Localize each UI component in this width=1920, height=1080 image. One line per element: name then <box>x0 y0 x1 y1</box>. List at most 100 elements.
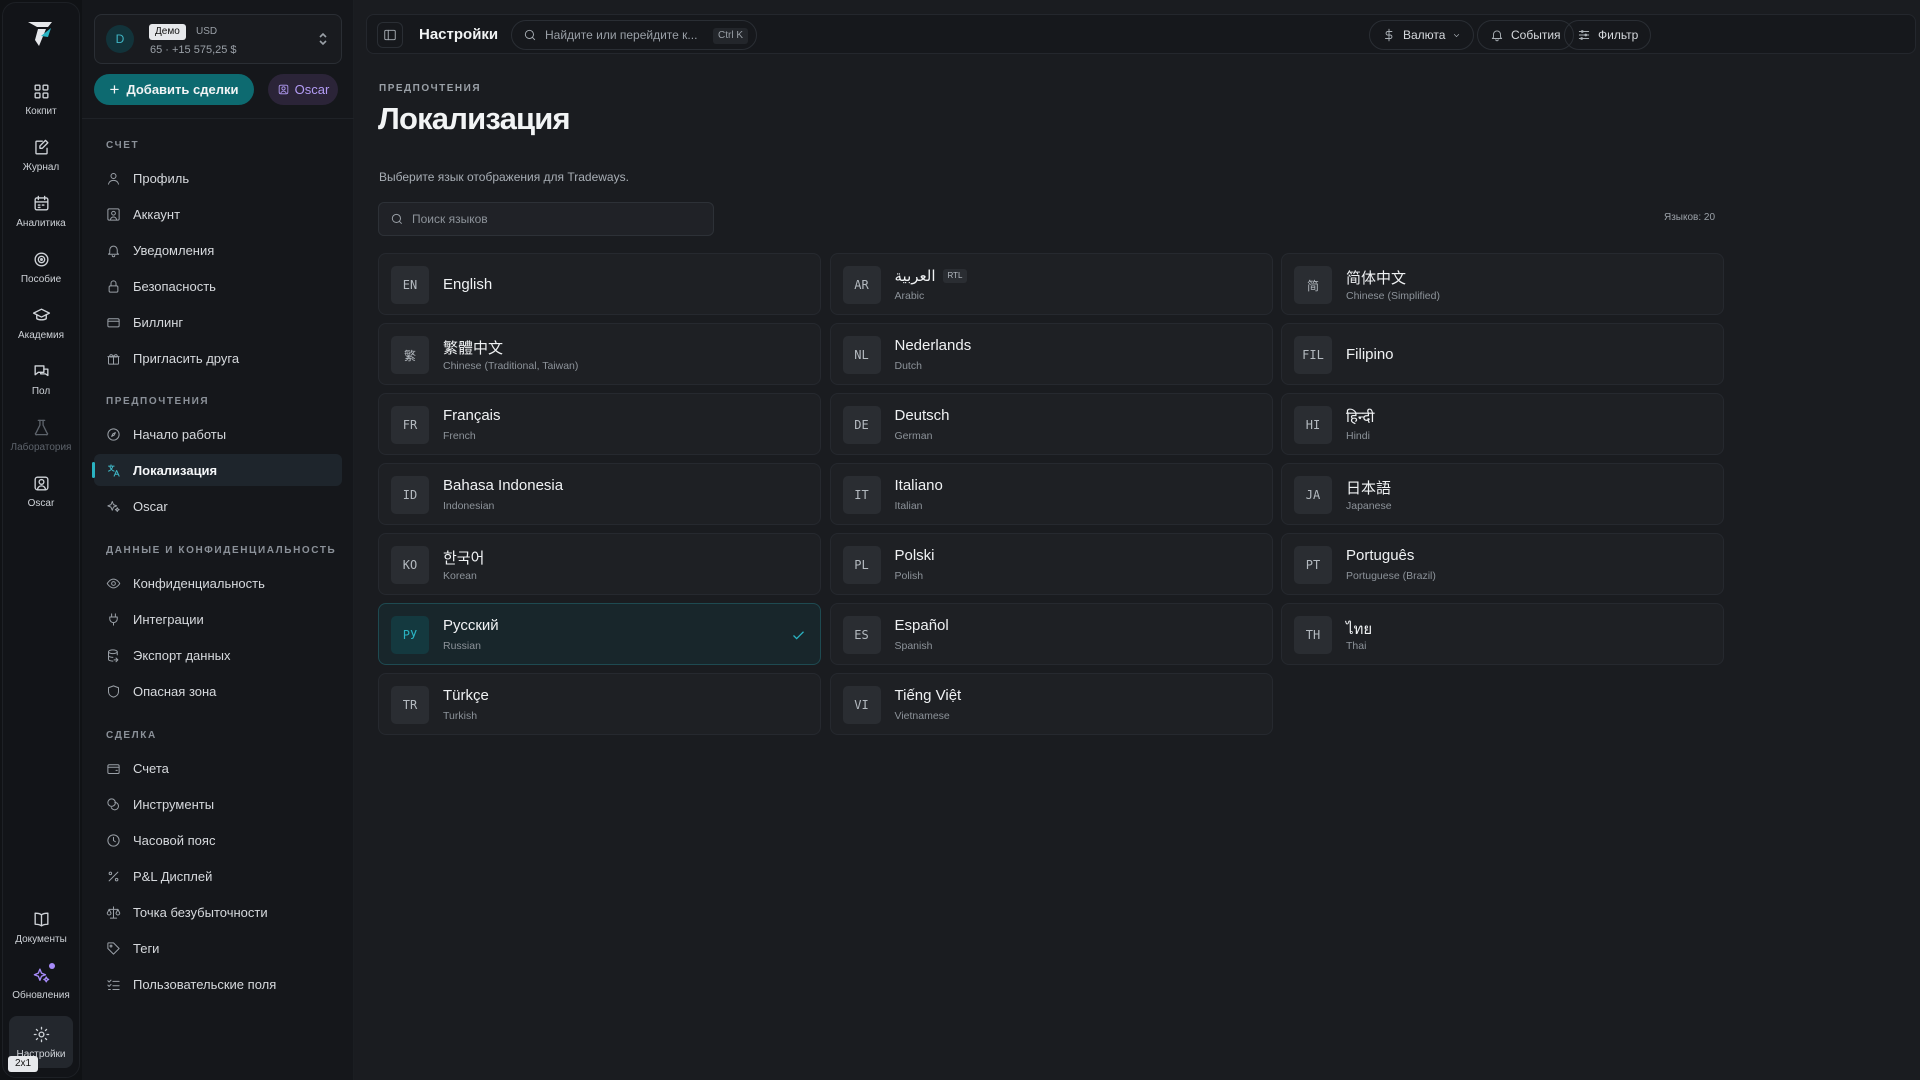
language-native-name: Polski <box>895 547 935 564</box>
nav-item-tags[interactable]: Теги <box>94 932 342 964</box>
language-option[interactable]: FIL Filipino <box>1281 323 1724 385</box>
language-code: TR <box>391 686 429 724</box>
nav-item-getting-started[interactable]: Начало работы <box>94 418 342 450</box>
language-option[interactable]: VI Tiếng Việt Vietnamese <box>829 673 1273 735</box>
chevron-updown-icon <box>319 32 327 46</box>
language-native-label: Español <box>894 617 949 634</box>
search-icon <box>524 29 536 41</box>
language-option[interactable]: JA 日本語 Japanese <box>1281 463 1724 525</box>
rail-item-chat[interactable]: Пол <box>2 362 80 397</box>
nav-item-custom-fields[interactable]: Пользовательские поля <box>94 968 342 1000</box>
language-option[interactable]: KO 한국어 Korean <box>378 533 821 595</box>
rail-item-lab[interactable]: Лаборатория <box>2 418 80 453</box>
language-option[interactable]: PL Polski Polish <box>829 533 1273 595</box>
nav-item-instruments[interactable]: Инструменты <box>94 788 342 820</box>
events-button-label: События <box>1511 28 1561 42</box>
language-code: KO <box>391 546 429 584</box>
nav-item-export[interactable]: Экспорт данных <box>94 639 342 671</box>
tradeways-logo-icon[interactable] <box>24 16 58 50</box>
nav-item-label: Теги <box>133 940 160 956</box>
language-option[interactable]: TH ไทย Thai <box>1281 603 1724 665</box>
language-search[interactable] <box>378 202 714 236</box>
rail-item-docs[interactable]: Документы <box>2 910 80 945</box>
add-trades-button[interactable]: + Добавить сделки <box>94 74 254 105</box>
nav-item-account[interactable]: Аккаунт <box>94 198 342 230</box>
nav-item-accounts[interactable]: Счета <box>94 752 342 784</box>
language-native-name: Português <box>1346 547 1414 564</box>
nav-item-billing[interactable]: Биллинг <box>94 306 342 338</box>
events-button[interactable]: События <box>1477 20 1574 50</box>
nav-item-privacy[interactable]: Конфиденциальность <box>94 567 342 599</box>
rail-item-academy[interactable]: Академия <box>2 306 80 341</box>
language-native-label: Italiano <box>894 477 943 494</box>
language-option[interactable]: РУ Русский Russian <box>378 603 821 665</box>
toggle-sidebar-button[interactable] <box>377 22 403 48</box>
language-native-label: Filipino <box>1346 346 1394 363</box>
account-switcher[interactable]: D Демо USD 65 · +15 575,25 $ <box>94 14 342 64</box>
nav-item-integrations[interactable]: Интеграции <box>94 603 342 635</box>
language-code: РУ <box>391 616 429 654</box>
command-search[interactable]: Найдите или перейдите к... Ctrl K <box>511 20 757 50</box>
nav-item-invite[interactable]: Пригласить друга <box>94 342 342 374</box>
nav-item-localization[interactable]: Локализация <box>92 454 342 486</box>
rail-item-label: Аналитика <box>16 218 66 229</box>
language-search-input[interactable] <box>412 212 702 226</box>
language-option[interactable]: 繁繁體中文 Chinese (Traditional, Taiwan) <box>378 323 821 385</box>
gift-icon <box>107 353 120 365</box>
language-native-name: Nederlands <box>895 337 972 354</box>
nav-item-pnl-display[interactable]: P&L Дисплей <box>94 860 342 892</box>
language-option[interactable]: 简简体中文 Chinese (Simplified) <box>1281 253 1724 315</box>
rail-item-oscar[interactable]: Oscar <box>2 474 80 509</box>
language-native-name: Español <box>895 617 949 634</box>
section-title-account: СЧЕТ <box>106 140 140 151</box>
rail-item-label: Пол <box>31 386 51 397</box>
nav-item-security[interactable]: Безопасность <box>94 270 342 302</box>
language-native-label: ไทย <box>1346 621 1373 638</box>
nav-item-profile[interactable]: Профиль <box>94 162 342 194</box>
nav-item-label: Профиль <box>133 170 190 186</box>
section-title-preferences: ПРЕДПОЧТЕНИЯ <box>106 396 210 407</box>
sparkle-icon <box>33 968 49 983</box>
nav-item-danger-zone[interactable]: Опасная зона <box>94 675 342 707</box>
language-english-name: Hindi <box>1346 430 1370 442</box>
rail-item-label: Пособие <box>20 274 62 285</box>
language-option[interactable]: TR Türkçe Turkish <box>378 673 821 735</box>
language-option[interactable]: ID Bahasa Indonesia Indonesian <box>378 463 821 525</box>
language-option[interactable]: HI हिन्दी Hindi <box>1281 393 1724 455</box>
nav-item-oscar[interactable]: Oscar <box>94 490 342 522</box>
language-english-name: Korean <box>443 570 477 582</box>
language-option[interactable]: NL Nederlands Dutch <box>829 323 1273 385</box>
rail-item-playbook[interactable]: Пособие <box>2 250 80 285</box>
currency-button[interactable]: Валюта <box>1369 20 1475 50</box>
rail-item-analytics[interactable]: Аналитика <box>2 194 80 229</box>
language-option[interactable]: EN English <box>378 253 821 315</box>
plus-icon: + <box>109 79 120 99</box>
nav-item-breakeven[interactable]: Точка безубыточности <box>94 896 342 928</box>
shield-icon <box>108 684 119 698</box>
rail-item-updates[interactable]: Обновления <box>2 963 80 1001</box>
rail-item-label: Кокпит <box>25 106 57 117</box>
language-native-label: Français <box>443 407 501 424</box>
language-option[interactable]: DE Deutsch German <box>829 393 1273 455</box>
language-option[interactable]: AR العربية RTL Arabic <box>829 253 1273 315</box>
command-search-placeholder: Найдите или перейдите к... <box>545 28 698 42</box>
dollar-icon <box>1385 28 1393 42</box>
language-option[interactable]: IT Italiano Italian <box>829 463 1273 525</box>
credit-card-icon <box>107 317 120 327</box>
filter-button[interactable]: Фильтр <box>1564 20 1652 50</box>
language-option[interactable]: PT Português Portuguese (Brazil) <box>1281 533 1724 595</box>
language-native-name: Türkçe <box>443 687 489 704</box>
nav-item-label: Пользовательские поля <box>133 976 277 992</box>
list-check-icon <box>107 979 120 990</box>
nav-item-label: Безопасность <box>133 278 216 294</box>
nav-item-label: Часовой пояс <box>133 832 216 848</box>
language-english-name: Indonesian <box>443 500 495 512</box>
language-option[interactable]: ES Español Spanish <box>829 603 1273 665</box>
nav-item-label: Экспорт данных <box>133 647 231 663</box>
rail-item-cockpit[interactable]: Кокпит <box>2 82 80 117</box>
nav-item-notifications[interactable]: Уведомления <box>94 234 342 266</box>
rail-item-journal[interactable]: Журнал <box>2 138 80 173</box>
nav-item-timezone[interactable]: Часовой пояс <box>94 824 342 856</box>
language-option[interactable]: FR Français French <box>378 393 821 455</box>
oscar-button[interactable]: Oscar <box>268 74 338 105</box>
